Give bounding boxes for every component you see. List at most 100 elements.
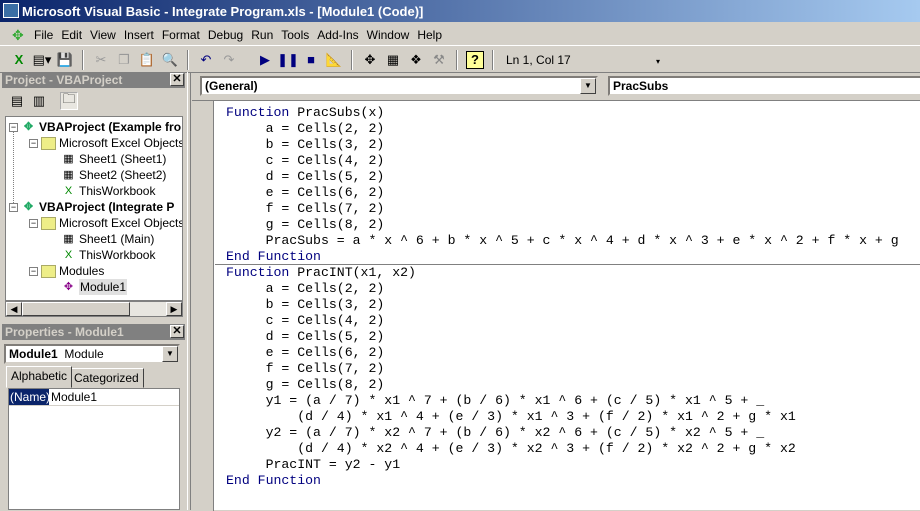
- redo-icon[interactable]: ↷: [220, 51, 238, 69]
- code-line[interactable]: g = Cells(8, 2): [226, 217, 899, 233]
- code-text: g = Cells(8, 2): [226, 377, 385, 392]
- view-code-icon[interactable]: ▤: [8, 92, 26, 110]
- copy-icon[interactable]: ❐: [115, 51, 133, 69]
- code-editor[interactable]: Function PracSubs(x) a = Cells(2, 2) b =…: [192, 100, 920, 511]
- code-text: PracINT(x1, x2): [289, 265, 416, 280]
- code-line[interactable]: f = Cells(7, 2): [226, 201, 899, 217]
- run-icon[interactable]: ▶: [256, 51, 274, 69]
- insert-userform-icon[interactable]: ▤▾: [33, 51, 52, 69]
- code-line[interactable]: (d / 4) * x1 ^ 4 + (e / 3) * x1 ^ 3 + (f…: [226, 409, 899, 425]
- code-line[interactable]: c = Cells(4, 2): [226, 313, 899, 329]
- margin-indicator-bar[interactable]: [192, 101, 214, 511]
- code-line[interactable]: d = Cells(5, 2): [226, 329, 899, 345]
- view-excel-icon[interactable]: X: [10, 51, 28, 69]
- tree-item-excel-objects-2[interactable]: Microsoft Excel Objects: [41, 215, 182, 231]
- tree-item-sheet2[interactable]: ▦ Sheet2 (Sheet2): [61, 167, 166, 183]
- title-bar: Microsoft Visual Basic - Integrate Progr…: [0, 0, 920, 22]
- project-explorer-icon[interactable]: ✥: [361, 51, 379, 69]
- menu-tools[interactable]: Tools: [281, 28, 315, 42]
- tab-categorized[interactable]: Categorized: [69, 368, 144, 388]
- code-line[interactable]: PracINT = y2 - y1: [226, 457, 899, 473]
- tree-item-sheet1[interactable]: ▦ Sheet1 (Sheet1): [61, 151, 166, 167]
- code-text: (d / 4) * x2 ^ 4 + (e / 3) * x2 ^ 3 + (f…: [226, 441, 796, 456]
- menu-window[interactable]: Window: [367, 28, 416, 42]
- design-mode-icon[interactable]: 📐: [325, 51, 343, 69]
- help-icon[interactable]: ?: [466, 50, 484, 69]
- code-lines[interactable]: Function PracSubs(x) a = Cells(2, 2) b =…: [226, 105, 899, 489]
- undo-icon[interactable]: ↶: [197, 51, 215, 69]
- scroll-right-icon[interactable]: ▶: [166, 302, 182, 316]
- code-text: y1 = (a / 7) * x1 ^ 7 + (b / 6) * x1 ^ 6…: [226, 393, 765, 408]
- find-icon[interactable]: 🔍: [161, 51, 179, 69]
- project-tree-scrollbar[interactable]: ◀ ▶: [5, 301, 183, 317]
- menu-edit[interactable]: Edit: [61, 28, 88, 42]
- code-line[interactable]: f = Cells(7, 2): [226, 361, 899, 377]
- toggle-folders-icon[interactable]: 🗀: [60, 91, 78, 110]
- code-line[interactable]: a = Cells(2, 2): [226, 281, 899, 297]
- code-line[interactable]: y1 = (a / 7) * x1 ^ 7 + (b / 6) * x1 ^ 6…: [226, 393, 899, 409]
- save-icon[interactable]: 💾: [56, 51, 74, 69]
- object-combo-value: (General): [205, 79, 258, 93]
- tree-item-vbaproject-example[interactable]: ✥ VBAProject (Example fro: [21, 119, 181, 135]
- code-line[interactable]: e = Cells(6, 2): [226, 185, 899, 201]
- code-line[interactable]: Function PracINT(x1, x2): [226, 265, 899, 281]
- code-line[interactable]: g = Cells(8, 2): [226, 377, 899, 393]
- menu-file[interactable]: File: [34, 28, 59, 42]
- properties-object-combo[interactable]: Module1 Module ▼: [4, 344, 180, 364]
- tree-item-sheet1-main[interactable]: ▦ Sheet1 (Main): [61, 231, 154, 247]
- menu-help[interactable]: Help: [417, 28, 448, 42]
- code-line[interactable]: a = Cells(2, 2): [226, 121, 899, 137]
- workbook-icon: X: [64, 184, 73, 197]
- code-line[interactable]: Function PracSubs(x): [226, 105, 899, 121]
- close-icon[interactable]: ✕: [170, 73, 184, 86]
- scroll-thumb[interactable]: [22, 302, 130, 316]
- code-line[interactable]: End Function: [226, 473, 899, 489]
- object-combo[interactable]: (General) ▼: [200, 76, 598, 96]
- tree-item-thisworkbook-1[interactable]: X ThisWorkbook: [61, 183, 156, 199]
- chevron-down-icon[interactable]: ▼: [162, 346, 178, 362]
- close-icon[interactable]: ✕: [170, 325, 184, 338]
- object-browser-icon[interactable]: ❖: [407, 51, 425, 69]
- splitter[interactable]: [187, 72, 191, 510]
- code-line[interactable]: c = Cells(4, 2): [226, 153, 899, 169]
- procedure-combo[interactable]: PracSubs: [608, 76, 920, 96]
- view-object-icon[interactable]: ▥: [30, 92, 48, 110]
- code-line[interactable]: (d / 4) * x2 ^ 4 + (e / 3) * x2 ^ 3 + (f…: [226, 441, 899, 457]
- code-line[interactable]: b = Cells(3, 2): [226, 137, 899, 153]
- project-explorer-header: Project - VBAProject ✕: [2, 72, 185, 88]
- menu-run[interactable]: Run: [251, 28, 279, 42]
- cut-icon[interactable]: ✂: [92, 51, 110, 69]
- paste-icon[interactable]: 📋: [138, 51, 156, 69]
- break-icon[interactable]: ❚❚: [277, 51, 299, 69]
- tree-item-vbaproject-integrate[interactable]: ✥ VBAProject (Integrate P: [21, 199, 174, 215]
- menu-format[interactable]: Format: [162, 28, 206, 42]
- tree-item-thisworkbook-2[interactable]: X ThisWorkbook: [61, 247, 156, 263]
- chevron-down-icon[interactable]: ▼: [580, 78, 596, 94]
- scroll-left-icon[interactable]: ◀: [6, 302, 22, 316]
- tree-label: Modules: [59, 264, 105, 278]
- menu-add-ins[interactable]: Add-Ins: [317, 28, 364, 42]
- tree-item-modules[interactable]: Modules: [41, 263, 104, 279]
- code-line[interactable]: b = Cells(3, 2): [226, 297, 899, 313]
- code-line[interactable]: End Function: [226, 249, 899, 265]
- tree-label: Sheet1 (Main): [79, 232, 155, 246]
- code-line[interactable]: d = Cells(5, 2): [226, 169, 899, 185]
- reset-icon[interactable]: ■: [302, 51, 320, 69]
- property-value[interactable]: Module1: [49, 389, 97, 405]
- vba-document-icon[interactable]: ✥: [12, 27, 28, 43]
- tree-item-excel-objects-1[interactable]: Microsoft Excel Objects: [41, 135, 182, 151]
- menu-view[interactable]: View: [90, 28, 122, 42]
- properties-window-icon[interactable]: ▦: [384, 51, 402, 69]
- code-line[interactable]: y2 = (a / 7) * x2 ^ 7 + (b / 6) * x2 ^ 6…: [226, 425, 899, 441]
- tree-item-module1[interactable]: ✥ Module1: [61, 279, 128, 295]
- toolbox-icon[interactable]: ⚒: [430, 51, 448, 69]
- code-line[interactable]: PracSubs = a * x ^ 6 + b * x ^ 5 + c * x…: [226, 233, 899, 249]
- toolbar-options-icon[interactable]: ▾: [656, 57, 660, 66]
- object-name: Module1: [9, 347, 58, 361]
- property-row[interactable]: (Name) Module1: [9, 389, 179, 406]
- code-line[interactable]: e = Cells(6, 2): [226, 345, 899, 361]
- tab-alphabetic[interactable]: Alphabetic: [6, 366, 73, 388]
- code-text: PracSubs(x): [289, 105, 385, 120]
- menu-insert[interactable]: Insert: [124, 28, 160, 42]
- menu-debug[interactable]: Debug: [208, 28, 249, 42]
